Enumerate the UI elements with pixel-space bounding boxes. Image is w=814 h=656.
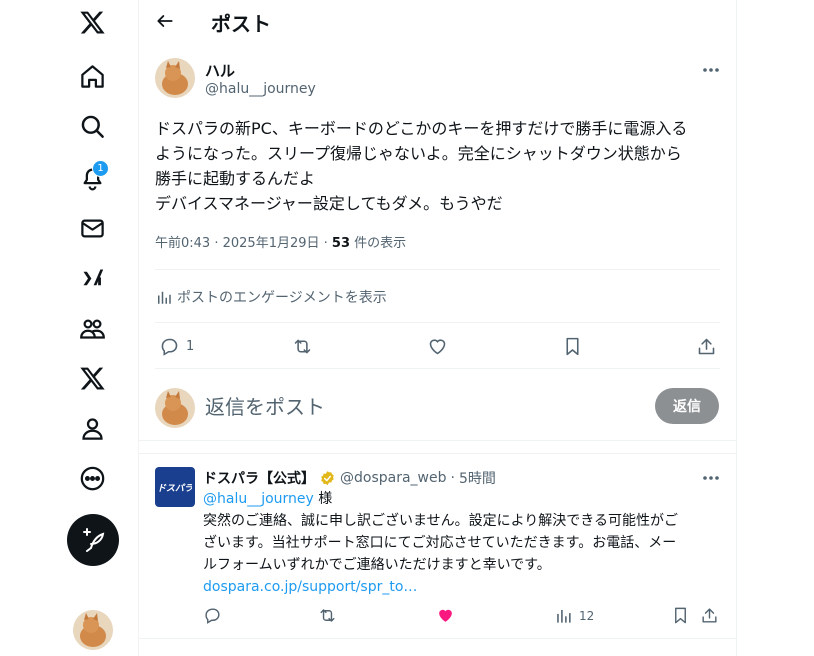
reply-author-handle[interactable]: @dospara_web: [340, 470, 447, 486]
divider: [155, 269, 720, 270]
engagement-link[interactable]: ポストのエンゲージメントを表示: [155, 287, 387, 307]
reply-bookmark-button[interactable]: [671, 606, 690, 625]
heart-filled-icon: [439, 609, 452, 622]
submit-reply-button[interactable]: 返信: [655, 388, 719, 424]
messages-icon[interactable]: [66, 206, 118, 250]
page-header: ポスト: [139, 0, 736, 42]
reply-separator: ·: [450, 470, 455, 486]
post-more-icon[interactable]: [700, 60, 722, 80]
search-icon[interactable]: [66, 104, 118, 148]
profile-icon[interactable]: [66, 406, 118, 450]
reply-icon: [161, 338, 178, 356]
meta-separator: ·: [323, 236, 332, 251]
verified-gold-icon: [321, 470, 334, 485]
engagement-link-label: ポストのエンゲージメントを表示: [177, 290, 387, 306]
home-icon[interactable]: [66, 54, 118, 98]
bookmark-icon: [566, 337, 579, 356]
divider: [155, 322, 720, 323]
reply-reply-button[interactable]: [203, 606, 222, 625]
reply-views-button[interactable]: 12: [554, 606, 594, 625]
views-count: 53: [331, 236, 351, 251]
bookmark-button[interactable]: [562, 336, 583, 357]
share-button[interactable]: [696, 336, 717, 357]
repost-icon: [294, 339, 311, 354]
grok-icon[interactable]: [66, 256, 118, 300]
post-author-avatar[interactable]: [155, 58, 195, 98]
views-label-text: 件の表示: [354, 236, 407, 251]
analytics-icon: [158, 291, 171, 304]
reply-share-button[interactable]: [700, 606, 719, 625]
reply-author-avatar[interactable]: ドスパラ: [155, 467, 195, 507]
post-time[interactable]: 午前0:43: [155, 236, 210, 251]
share-icon: [698, 338, 715, 355]
reply-text-line: 突然のご連絡、誠に申し訳ございません。設定により解決できる可能性がご: [203, 513, 679, 529]
reply-author-name[interactable]: ドスパラ【公式】: [203, 468, 315, 488]
bookmark-icon: [675, 607, 686, 624]
notification-badge: 1: [92, 160, 109, 177]
account-avatar[interactable]: [73, 610, 113, 650]
reply-honorific: 様: [313, 491, 333, 507]
left-navigation: 1: [0, 0, 138, 656]
post-text: ドスパラの新PC、キーボードのどこかのキーを押すだけで勝手に電源入る ようになっ…: [155, 116, 725, 216]
svg-text:ドスパラ: ドスパラ: [158, 483, 192, 494]
share-icon: [702, 608, 717, 623]
communities-icon[interactable]: [66, 306, 118, 350]
reply-count: 1: [186, 339, 195, 354]
like-button[interactable]: [427, 336, 448, 357]
divider: [155, 368, 720, 369]
premium-x-icon[interactable]: [66, 356, 118, 400]
post-text-line: デバイスマネージャー設定してもダメ。もうやだ: [155, 194, 503, 213]
reply-views-count: 12: [579, 608, 595, 623]
reply-text-line: ルフォームいずれかでご連絡いただけますと幸いです。: [203, 557, 551, 573]
heart-icon: [429, 339, 446, 355]
compose-post-button[interactable]: [67, 514, 119, 566]
post-text-line: ようになった。スリープ復帰じゃないよ。完全にシャットダウン状態から: [155, 144, 682, 163]
back-arrow-icon[interactable]: [153, 9, 177, 33]
dospara-logo: ドスパラ: [158, 483, 192, 494]
repost-icon: [320, 609, 335, 622]
reply-like-button[interactable]: [436, 606, 455, 625]
repost-button[interactable]: [292, 336, 313, 357]
reply-button[interactable]: 1: [159, 336, 194, 357]
main-column: ポスト ハル @halu__journey ドスパラの新PC、キーボードのどこか…: [138, 0, 737, 656]
post-text-line: ドスパラの新PC、キーボードのどこかのキーを押すだけで勝手に電源入る: [155, 119, 688, 138]
post-text-line: 勝手に起動するんだよ: [155, 169, 316, 188]
post-date[interactable]: 2025年1月29日: [223, 236, 320, 251]
divider: [139, 638, 736, 639]
post-author-name[interactable]: ハル: [205, 60, 235, 81]
reply-time[interactable]: 5時間: [459, 468, 496, 488]
post-author-handle[interactable]: @halu__journey: [205, 81, 316, 97]
reply-composer-input[interactable]: [205, 392, 645, 422]
notifications-icon[interactable]: [66, 155, 118, 199]
analytics-icon: [557, 609, 571, 623]
reply-icon: [205, 608, 220, 624]
reply-repost-button[interactable]: [318, 606, 337, 625]
reply-text: @halu__journey 様 突然のご連絡、誠に申し訳ございません。設定によ…: [203, 488, 723, 598]
post-meta: 午前0:43 · 2025年1月29日 · 53 件の表示: [155, 232, 406, 251]
more-options-icon[interactable]: [66, 456, 118, 500]
reply-link[interactable]: dospara.co.jp/support/spr_to…: [203, 579, 417, 595]
reply-header: ドスパラ【公式】 @dospara_web · 5時間: [203, 468, 496, 488]
composer-avatar: [155, 388, 195, 428]
section-separator: [139, 440, 736, 454]
reply-more-icon[interactable]: [700, 468, 722, 488]
meta-separator: ·: [214, 236, 223, 251]
page-title: ポスト: [211, 12, 271, 36]
x-logo-icon[interactable]: [66, 0, 118, 44]
reply-mention[interactable]: @halu__journey: [203, 491, 314, 507]
reply-text-line: ざいます。当社サポート窓口にてご対応させていただきます。お電話、メー: [203, 535, 677, 551]
